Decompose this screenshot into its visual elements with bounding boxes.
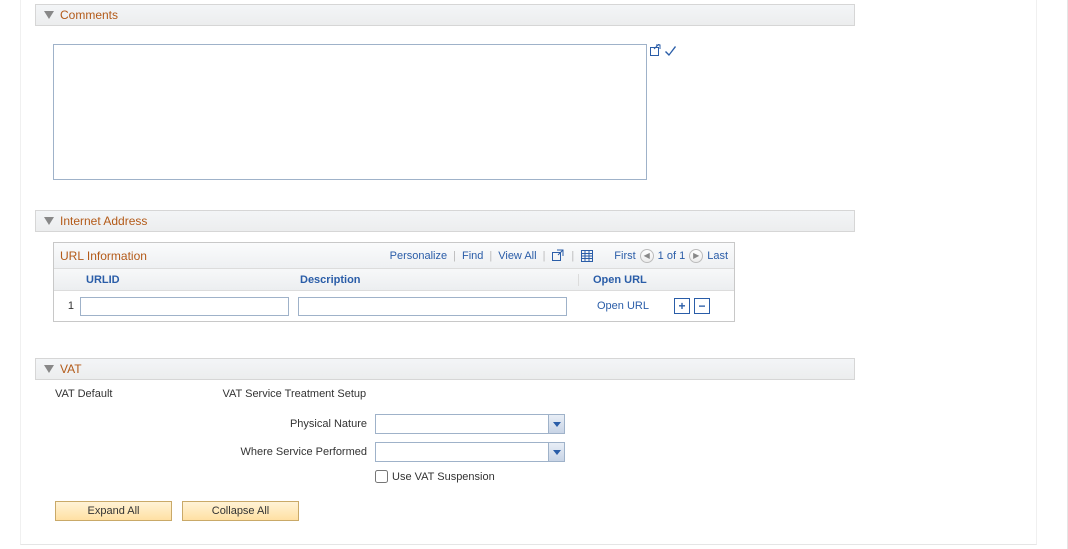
prev-icon[interactable]: ◀ [640,249,654,263]
spellcheck-icon[interactable] [664,44,677,57]
col-header-urlid[interactable]: URLID [80,274,298,286]
use-vat-suspension-label: Use VAT Suspension [392,471,495,483]
comments-section-title: Comments [60,8,118,22]
find-link[interactable]: Find [462,250,483,262]
collapse-icon [44,217,54,225]
where-service-performed-label: Where Service Performed [55,446,375,458]
description-input[interactable] [298,297,567,316]
next-icon[interactable]: ▶ [689,249,703,263]
urlid-input[interactable] [80,297,289,316]
col-header-open-url: Open URL [578,274,668,286]
internet-address-section-header[interactable]: Internet Address [35,210,855,232]
popout-icon[interactable] [649,44,662,57]
collapse-all-button[interactable]: Collapse All [182,501,299,521]
internet-address-section-title: Internet Address [60,214,147,228]
delete-row-button[interactable]: − [694,298,710,314]
vat-section-header[interactable]: VAT [35,358,855,380]
open-url-link[interactable]: Open URL [597,300,649,312]
grid-nav-last[interactable]: Last [707,250,728,262]
collapse-icon [44,365,54,373]
vat-service-treatment-link[interactable]: VAT Service Treatment Setup [222,388,366,400]
url-grid-caption: URL Information [60,249,147,263]
vat-section-title: VAT [60,362,82,376]
where-service-performed-select[interactable] [375,442,565,462]
view-all-link[interactable]: View All [498,250,536,262]
physical-nature-select[interactable] [375,414,565,434]
comments-section-header[interactable]: Comments [35,4,855,26]
use-vat-suspension-checkbox[interactable] [375,470,388,483]
collapse-icon [44,11,54,19]
col-header-description[interactable]: Description [298,274,578,286]
table-row: 1 Open URL + − [54,291,734,321]
zoom-icon[interactable] [551,249,565,263]
download-icon[interactable] [580,249,594,263]
add-row-button[interactable]: + [674,298,690,314]
personalize-link[interactable]: Personalize [390,250,447,262]
row-number: 1 [54,291,80,321]
url-information-grid: URL Information Personalize | Find | Vie… [53,242,735,322]
vat-default-link[interactable]: VAT Default [55,388,112,400]
grid-nav-first[interactable]: First [614,250,635,262]
grid-nav-count: 1 of 1 [658,250,686,262]
expand-all-button[interactable]: Expand All [55,501,172,521]
physical-nature-label: Physical Nature [55,418,375,430]
comments-textarea[interactable] [53,44,647,180]
